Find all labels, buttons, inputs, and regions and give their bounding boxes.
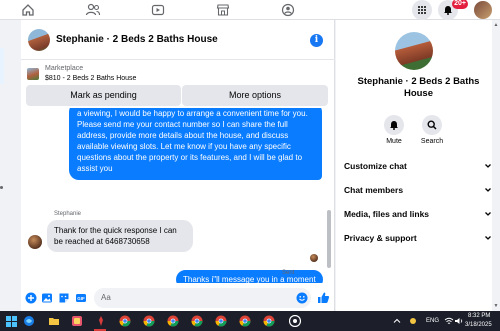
home-icon[interactable]: [20, 2, 36, 18]
language-indicator[interactable]: ENG: [426, 318, 439, 324]
marketplace-label: Marketplace: [45, 65, 84, 72]
peer-avatar[interactable]: [28, 235, 42, 249]
info-icon[interactable]: i: [310, 34, 323, 47]
weather-icon[interactable]: [406, 314, 420, 328]
marketplace-icon[interactable]: [215, 2, 231, 18]
photos-app-icon[interactable]: [70, 314, 84, 328]
add-circle-icon[interactable]: [24, 291, 37, 304]
chat-panel: Stephanie · 2 Beds 2 Baths House i Marke…: [21, 20, 335, 311]
chrome-icon[interactable]: [214, 314, 228, 328]
mute-button[interactable]: Mute: [374, 115, 414, 145]
chat-title[interactable]: Stephanie · 2 Beds 2 Baths House: [56, 34, 218, 45]
outgoing-message: a viewing, I would be happy to arrange a…: [69, 108, 322, 180]
search-button[interactable]: Search: [412, 115, 452, 145]
chat-members-row[interactable]: Chat members: [344, 180, 492, 200]
customize-chat-row[interactable]: Customize chat: [344, 156, 492, 176]
chrome-icon[interactable]: [142, 314, 156, 328]
menu-grid-icon[interactable]: [412, 0, 432, 20]
outgoing-message: Thanks i"ll message you in a moment: [176, 270, 323, 283]
sticker-icon[interactable]: [57, 291, 70, 304]
scroll-up-icon[interactable]: ▲: [493, 22, 499, 28]
search-label: Search: [420, 138, 444, 145]
obs-icon[interactable]: [288, 314, 302, 328]
message-input[interactable]: Aa: [94, 288, 311, 308]
windows-taskbar: ENG 8:32 PM 3/18/2025: [0, 311, 500, 331]
sender-name: Stephanie: [54, 211, 82, 217]
privacy-support-row[interactable]: Privacy & support: [344, 228, 492, 248]
media-files-links-row[interactable]: Media, files and links: [344, 204, 492, 224]
groups-icon[interactable]: [280, 2, 296, 18]
svg-text:GIF: GIF: [77, 296, 85, 301]
composer: GIF Aa: [21, 285, 335, 311]
clock-date[interactable]: 3/18/2025: [465, 322, 492, 328]
chevron-down-icon: [484, 180, 492, 207]
row-label: Chat members: [344, 185, 404, 195]
chevron-down-icon: [484, 228, 492, 255]
selected-chat-indicator: [0, 48, 4, 84]
listing-thumbnail[interactable]: [27, 68, 39, 80]
emoji-icon[interactable]: [295, 291, 308, 304]
row-label: Privacy & support: [344, 233, 417, 243]
chat-avatar[interactable]: [28, 29, 50, 51]
windows-start-icon[interactable]: [4, 314, 18, 328]
scroll-down-icon[interactable]: ▼: [493, 303, 499, 309]
friends-icon[interactable]: [85, 2, 101, 18]
chrome-icon[interactable]: [238, 314, 252, 328]
image-icon[interactable]: [40, 291, 53, 304]
row-label: Media, files and links: [344, 209, 430, 219]
mute-label: Mute: [386, 138, 402, 145]
chrome-icon[interactable]: [166, 314, 180, 328]
chat-header: Stephanie · 2 Beds 2 Baths House i: [21, 20, 335, 60]
chevron-down-icon: [484, 156, 492, 183]
chat-list-edge: [0, 20, 21, 311]
widgets-icon[interactable]: [22, 314, 36, 328]
top-nav: 20+: [0, 0, 500, 20]
app-pin-icon[interactable]: [94, 314, 108, 328]
more-options-button[interactable]: More options: [182, 85, 328, 106]
row-label: Customize chat: [344, 161, 407, 171]
profile-avatar[interactable]: [474, 1, 492, 19]
file-explorer-icon[interactable]: [47, 314, 61, 328]
message-thread: a viewing, I would be happy to arrange a…: [21, 108, 335, 283]
scroll-dot: [0, 186, 3, 189]
bell-icon: [384, 115, 404, 135]
incoming-message: Thank for the quick response I can be re…: [47, 220, 193, 252]
message-status: Sent: [282, 270, 295, 276]
gif-icon[interactable]: GIF: [74, 291, 87, 304]
like-thumbs-up-icon[interactable]: [317, 291, 330, 304]
mark-pending-button[interactable]: Mark as pending: [26, 85, 181, 106]
listing-title[interactable]: $810 - 2 Beds 2 Baths House: [45, 75, 136, 82]
video-icon[interactable]: [150, 2, 166, 18]
thread-scrollbar[interactable]: [327, 210, 331, 268]
volume-icon[interactable]: [452, 314, 466, 328]
notifications-badge: 20+: [452, 0, 468, 9]
conversation-avatar[interactable]: [395, 32, 433, 70]
chrome-icon[interactable]: [262, 314, 276, 328]
chevron-down-icon: [484, 204, 492, 231]
tray-overflow-icon[interactable]: [390, 314, 404, 328]
read-receipt-avatar: [310, 254, 318, 262]
page-scrollbar[interactable]: ▲ ▼: [492, 20, 500, 311]
search-icon: [422, 115, 442, 135]
clock-time[interactable]: 8:32 PM: [468, 313, 490, 319]
chrome-icon[interactable]: [118, 314, 132, 328]
conversation-title: Stephanie · 2 Beds 2 Baths House: [357, 76, 480, 99]
chrome-icon[interactable]: [190, 314, 204, 328]
conversation-details-panel: Stephanie · 2 Beds 2 Baths House Mute Se…: [336, 20, 500, 311]
